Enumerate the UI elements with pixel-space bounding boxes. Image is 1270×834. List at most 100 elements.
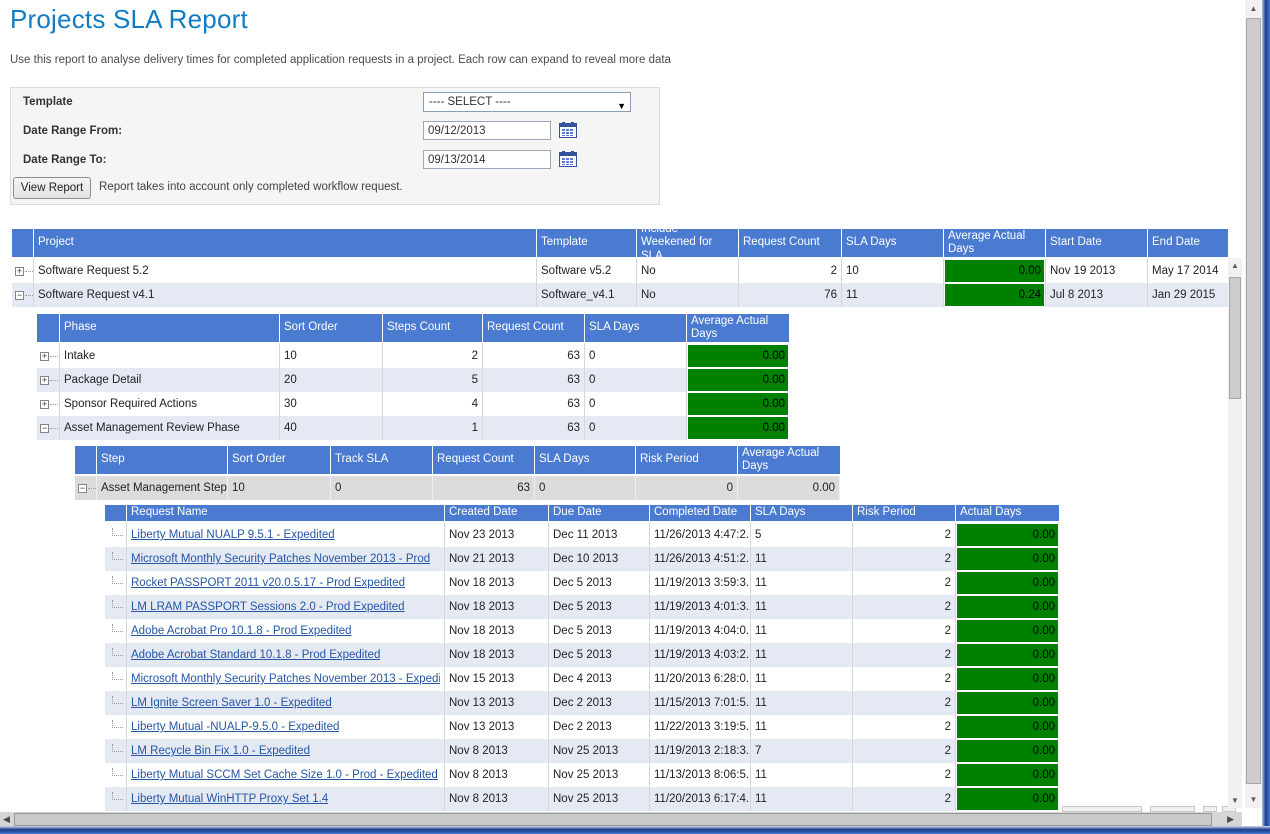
phases-cell-sla-days: 0 (585, 344, 687, 368)
requests-cell-sla-days: 7 (751, 739, 853, 763)
request-name-link[interactable]: Adobe Acrobat Pro 10.1.8 - Prod Expedite… (131, 625, 352, 637)
hscroll-thumb[interactable] (14, 813, 1212, 826)
projects-cell-end-date: Jan 29 2015 (1148, 283, 1228, 307)
page-description: Use this report to analyse delivery time… (10, 54, 671, 66)
requests-cell-actual-days: 0.00 (956, 523, 1059, 547)
request-name-link[interactable]: Liberty Mutual NUALP 9.5.1 - Expedited (131, 529, 335, 541)
projects-cell-end-date: May 17 2014 (1148, 259, 1228, 283)
request-name-cell: Adobe Acrobat Standard 10.1.8 - Prod Exp… (127, 643, 445, 667)
requests-cell-created-date: Nov 21 2013 (445, 547, 549, 571)
projects-cell-project: Software Request v4.1 (34, 283, 537, 307)
row-leaf-cell (105, 643, 127, 667)
requests-cell-due-date: Nov 25 2013 (549, 739, 650, 763)
expand-plus-icon[interactable]: + (40, 352, 49, 361)
row-expander-cell[interactable]: + (37, 344, 60, 368)
phases-row: +Intake1026300.00 (37, 344, 789, 368)
horizontal-scrollbar[interactable]: ◀ ▶ (0, 812, 1242, 827)
collapse-minus-icon[interactable]: − (40, 424, 49, 433)
request-name-link[interactable]: LM Recycle Bin Fix 1.0 - Expedited (131, 745, 310, 757)
steps-row: −Asset Management Step10063000.00 (75, 476, 840, 500)
collapse-minus-icon[interactable]: − (78, 484, 87, 493)
request-name-link[interactable]: Liberty Mutual SCCM Set Cache Size 1.0 -… (131, 769, 438, 781)
requests-cell-created-date: Nov 18 2013 (445, 643, 549, 667)
requests-cell-completed-date: 11/26/2013 4:51:2... (650, 547, 751, 571)
request-name-cell: Microsoft Monthly Security Patches Novem… (127, 667, 445, 691)
row-expander-cell[interactable]: + (12, 259, 34, 283)
row-expander-cell[interactable]: − (12, 283, 34, 307)
phases-cell-steps-count: 1 (383, 416, 483, 440)
request-name-link[interactable]: Rocket PASSPORT 2011 v20.0.5.17 - Prod E… (131, 577, 405, 589)
requests-cell-sla-days: 11 (751, 547, 853, 571)
projects-col-end-date: End Date (1148, 229, 1228, 257)
calendar-icon[interactable] (559, 122, 578, 139)
projects-col-project: Project (34, 229, 537, 257)
request-name-link[interactable]: Liberty Mutual -NUALP-9.5.0 - Expedited (131, 721, 339, 733)
scroll-down-icon[interactable]: ▼ (1245, 795, 1262, 804)
scroll-right-icon[interactable]: ▶ (1227, 814, 1234, 825)
requests-cell-sla-days: 11 (751, 691, 853, 715)
requests-cell-due-date: Dec 5 2013 (549, 571, 650, 595)
request-name-link[interactable]: Microsoft Monthly Security Patches Novem… (131, 553, 430, 565)
calendar-icon[interactable] (559, 151, 578, 168)
row-expander-cell[interactable]: − (37, 416, 60, 440)
requests-table: Request NameCreated DateDue DateComplete… (105, 505, 1059, 811)
report-vscroll-thumb[interactable] (1229, 277, 1241, 399)
phases-cell-average-actual-days: 0.00 (687, 344, 789, 368)
requests-cell-risk-period: 2 (853, 547, 956, 571)
template-select[interactable]: ---- SELECT ---- ▼ (423, 92, 631, 112)
requests-cell-due-date: Dec 2 2013 (549, 691, 650, 715)
scroll-up-icon[interactable]: ▲ (1228, 261, 1242, 270)
requests-cell-actual-days: 0.00 (956, 547, 1059, 571)
request-name-link[interactable]: Liberty Mutual WinHTTP Proxy Set 1.4 (131, 793, 328, 805)
scroll-down-icon[interactable]: ▼ (1228, 796, 1242, 805)
projects-col-col (12, 229, 34, 257)
browser-vscroll-thumb[interactable] (1246, 18, 1261, 784)
requests-row: Liberty Mutual WinHTTP Proxy Set 1.4Nov … (105, 787, 1059, 811)
report-vertical-scrollbar[interactable]: ▲ ▼ (1228, 258, 1242, 808)
request-name-cell: Liberty Mutual -NUALP-9.5.0 - Expedited (127, 715, 445, 739)
browser-vertical-scrollbar[interactable]: ▲ ▼ (1245, 0, 1262, 808)
requests-cell-completed-date: 11/20/2013 6:17:4... (650, 787, 751, 811)
date-from-input[interactable] (423, 121, 551, 140)
steps-col-step: Step (97, 446, 228, 474)
request-name-link[interactable]: LM Ignite Screen Saver 1.0 - Expedited (131, 697, 332, 709)
template-select-value: ---- SELECT ---- (429, 96, 511, 108)
expand-plus-icon[interactable]: + (40, 400, 49, 409)
requests-row: Microsoft Monthly Security Patches Novem… (105, 547, 1059, 571)
steps-col-sort-order: Sort Order (228, 446, 331, 474)
phases-cell-sla-days: 0 (585, 416, 687, 440)
requests-row: Liberty Mutual NUALP 9.5.1 - ExpeditedNo… (105, 523, 1059, 547)
request-name-link[interactable]: Adobe Acrobat Standard 10.1.8 - Prod Exp… (131, 649, 380, 661)
requests-cell-risk-period: 2 (853, 643, 956, 667)
request-name-link[interactable]: LM LRAM PASSPORT Sessions 2.0 - Prod Exp… (131, 601, 405, 613)
steps-col-average-actual-days: Average Actual Days (738, 446, 840, 474)
phases-col-phase: Phase (60, 314, 280, 342)
row-leaf-cell (105, 667, 127, 691)
projects-col-sla-days: SLA Days (842, 229, 944, 257)
row-expander-cell[interactable]: + (37, 368, 60, 392)
expand-plus-icon[interactable]: + (15, 267, 24, 276)
phases-header-row: PhaseSort OrderSteps CountRequest CountS… (37, 314, 789, 344)
requests-cell-completed-date: 11/19/2013 4:04:0... (650, 619, 751, 643)
requests-cell-risk-period: 2 (853, 739, 956, 763)
request-name-link[interactable]: Microsoft Monthly Security Patches Novem… (131, 673, 440, 685)
phases-cell-average-actual-days: 0.00 (687, 368, 789, 392)
row-expander-cell[interactable]: − (75, 476, 97, 500)
requests-cell-sla-days: 11 (751, 763, 853, 787)
collapse-minus-icon[interactable]: − (15, 291, 24, 300)
date-to-input[interactable] (423, 150, 551, 169)
scroll-up-icon[interactable]: ▲ (1245, 4, 1262, 13)
view-report-button[interactable]: View Report (13, 177, 91, 199)
requests-cell-actual-days: 0.00 (956, 787, 1059, 811)
scroll-left-icon[interactable]: ◀ (3, 814, 10, 825)
expand-plus-icon[interactable]: + (40, 376, 49, 385)
requests-cell-created-date: Nov 8 2013 (445, 739, 549, 763)
requests-cell-due-date: Nov 25 2013 (549, 763, 650, 787)
projects-header-row: ProjectTemplateInclude Weekened for SLAR… (12, 229, 1228, 259)
phases-cell-steps-count: 2 (383, 344, 483, 368)
requests-cell-actual-days: 0.00 (956, 571, 1059, 595)
requests-col-completed-date: Completed Date (650, 505, 751, 521)
row-leaf-cell (105, 715, 127, 739)
requests-row: LM LRAM PASSPORT Sessions 2.0 - Prod Exp… (105, 595, 1059, 619)
row-expander-cell[interactable]: + (37, 392, 60, 416)
